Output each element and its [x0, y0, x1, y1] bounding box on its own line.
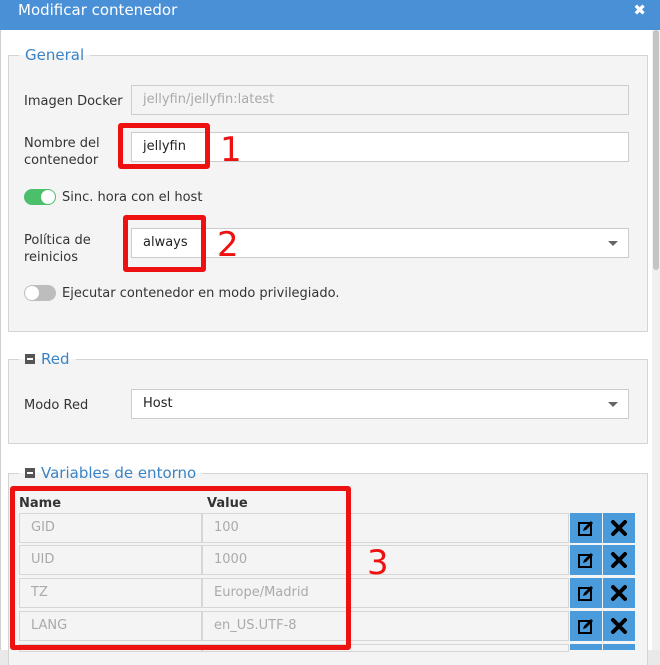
annotation-number-3: 3 — [367, 543, 389, 583]
annotation-box-1 — [118, 123, 210, 169]
edit-row-3-button[interactable] — [570, 611, 602, 641]
annotation-number-1: 1 — [220, 130, 242, 170]
annotation-number-2: 2 — [217, 225, 239, 265]
close-icon — [611, 520, 627, 536]
network-mode-select[interactable]: Host — [131, 389, 629, 419]
network-mode-label: Modo Red — [24, 398, 89, 413]
sync-time-label: Sinc. hora con el host — [62, 190, 203, 205]
container-name-label-2: contenedor — [24, 153, 99, 168]
delete-row-2-button[interactable] — [603, 578, 635, 608]
sync-time-toggle[interactable] — [24, 189, 56, 205]
delete-row-1-button[interactable] — [603, 545, 635, 575]
close-icon[interactable]: ✖ — [633, 1, 646, 19]
dialog-content: General Imagen Docker jellyfin/jellyfin:… — [0, 30, 653, 665]
edit-row-1-button[interactable] — [570, 545, 602, 575]
edit-icon — [578, 586, 593, 601]
general-legend: General — [25, 46, 85, 64]
delete-row-0-button[interactable] — [603, 513, 635, 543]
delete-row-3-button[interactable] — [603, 611, 635, 641]
chevron-down-icon — [608, 241, 618, 246]
privileged-toggle[interactable] — [24, 285, 56, 301]
annotation-box-2 — [123, 215, 206, 272]
image-docker-input[interactable]: jellyfin/jellyfin:latest — [131, 85, 629, 115]
close-icon — [611, 585, 627, 601]
dialog-title: Modificar contenedor — [18, 1, 178, 19]
vertical-scrollbar[interactable] — [652, 30, 660, 650]
privileged-label: Ejecutar contenedor en modo privilegiado… — [62, 286, 340, 301]
restart-policy-label-1: Política de — [24, 233, 91, 248]
edit-icon — [578, 619, 593, 634]
edit-row-0-button[interactable] — [570, 513, 602, 543]
annotation-box-3 — [10, 486, 351, 650]
image-docker-label: Imagen Docker — [24, 94, 123, 109]
restart-policy-label-2: reinicios — [24, 250, 79, 265]
collapse-icon[interactable] — [25, 354, 35, 364]
delete-row-partial-button — [603, 644, 635, 650]
edit-icon — [578, 553, 593, 568]
close-icon — [611, 552, 627, 568]
env-legend[interactable]: Variables de entorno — [19, 464, 202, 482]
network-legend[interactable]: Red — [19, 350, 76, 368]
scrollbar-thumb[interactable] — [653, 30, 659, 270]
edit-icon — [578, 521, 593, 536]
container-name-label-1: Nombre del — [24, 136, 100, 151]
edit-row-partial-button — [570, 644, 602, 650]
chevron-down-icon — [608, 402, 618, 407]
close-icon — [611, 618, 627, 634]
edit-row-2-button[interactable] — [570, 578, 602, 608]
dialog-titlebar: Modificar contenedor ✖ — [0, 0, 660, 30]
network-mode-value: Host — [143, 396, 173, 411]
collapse-icon[interactable] — [25, 468, 35, 478]
